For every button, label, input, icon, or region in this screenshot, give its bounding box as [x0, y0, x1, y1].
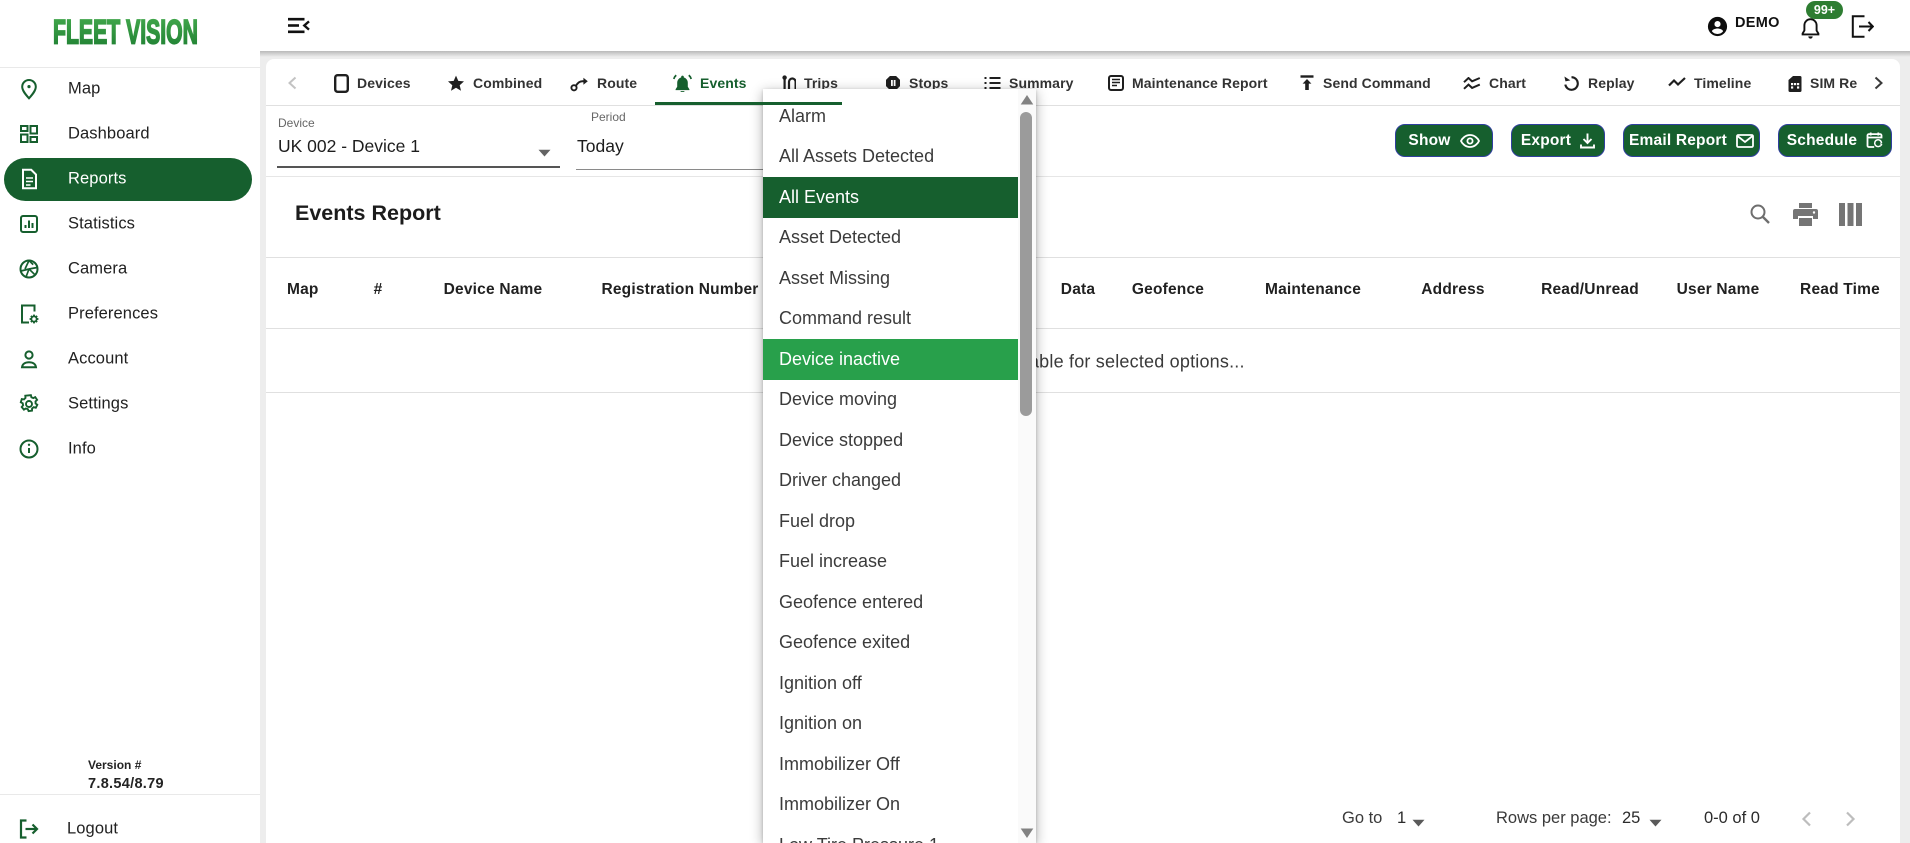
svg-text:FLEET VISION: FLEET VISION: [53, 18, 198, 48]
